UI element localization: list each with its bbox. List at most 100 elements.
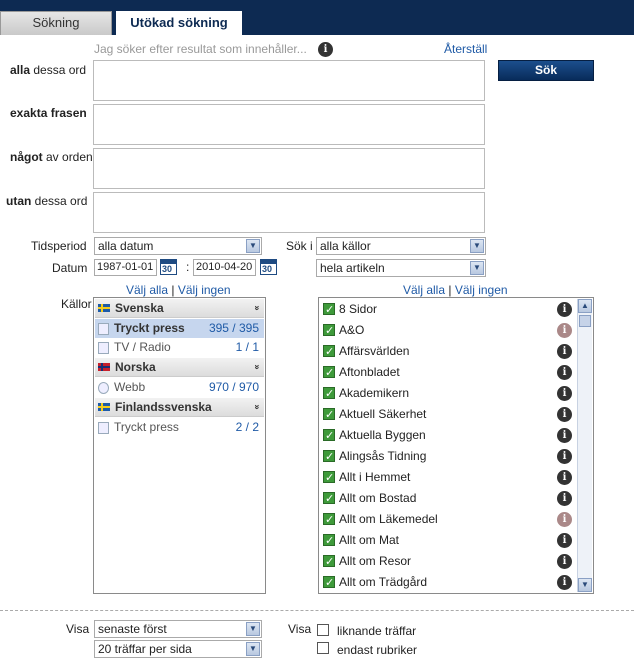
publication-checkbox[interactable] xyxy=(323,426,335,447)
tab-basic-search[interactable]: Sökning xyxy=(0,11,112,35)
headlines-only-checkbox[interactable] xyxy=(317,642,329,654)
date-from-input[interactable]: 1987-01-01 xyxy=(94,259,157,276)
select-no-sources-link[interactable]: Välj ingen xyxy=(178,283,231,297)
swedish-flag-icon xyxy=(98,304,110,312)
scrollbar-thumb[interactable] xyxy=(579,315,591,327)
publication-checkbox[interactable] xyxy=(323,342,335,363)
scroll-up-icon[interactable]: ▲ xyxy=(578,299,592,313)
dropdown-arrow-icon: ▼ xyxy=(470,239,484,253)
publication-checkbox[interactable] xyxy=(323,300,335,321)
publication-item[interactable]: Allt om Läkemedel i xyxy=(320,509,576,531)
select-all-sources-link[interactable]: Välj alla xyxy=(126,283,168,297)
date-to-input[interactable]: 2010-04-20 xyxy=(193,259,256,276)
info-icon[interactable]: i xyxy=(557,407,572,422)
calendar-icon[interactable]: 30 xyxy=(160,259,177,275)
publication-checkbox[interactable] xyxy=(323,489,335,510)
without-words-label: utan dessa ord xyxy=(6,194,88,208)
group-norska[interactable]: Norska » xyxy=(95,358,264,377)
publication-item[interactable]: Allt om Bostad i xyxy=(320,488,576,510)
source-count: 2 / 2 xyxy=(235,420,259,434)
source-row-tv-radio[interactable]: TV / Radio 1 / 1 xyxy=(95,338,264,357)
publication-item[interactable]: Allt i Hemmet i xyxy=(320,467,576,489)
divider xyxy=(0,610,634,611)
source-row-tryckt-press[interactable]: Tryckt press 395 / 395 xyxy=(95,319,264,338)
publication-name: Akademikern xyxy=(339,386,410,400)
source-row-webb[interactable]: Webb 970 / 970 xyxy=(95,378,264,397)
publication-checkbox[interactable] xyxy=(323,468,335,489)
chevron-down-icon[interactable]: » xyxy=(248,305,266,310)
publication-name: Allt om Resor xyxy=(339,554,412,568)
info-icon[interactable]: i xyxy=(557,491,572,506)
group-name: Svenska xyxy=(115,301,164,315)
publication-checkbox[interactable] xyxy=(323,531,335,552)
publication-item[interactable]: Alingsås Tidning i xyxy=(320,446,576,468)
source-count: 1 / 1 xyxy=(235,340,259,354)
publication-item[interactable]: 8 Sidor i xyxy=(320,299,576,321)
sort-value: senaste först xyxy=(98,622,167,636)
without-words-input[interactable] xyxy=(93,192,485,233)
chevron-down-icon[interactable]: » xyxy=(248,404,266,409)
info-icon[interactable]: i xyxy=(557,554,572,569)
publication-checkbox[interactable] xyxy=(323,321,335,342)
publication-item[interactable]: Aktuella Byggen i xyxy=(320,425,576,447)
info-icon[interactable]: i xyxy=(557,470,572,485)
info-icon[interactable]: i xyxy=(557,449,572,464)
publication-item[interactable]: Allt om Trädgård i xyxy=(320,572,576,594)
publication-checkbox[interactable] xyxy=(323,363,335,384)
all-words-label: alla dessa ord xyxy=(10,63,87,77)
info-icon[interactable]: i xyxy=(557,512,572,527)
date-separator: : xyxy=(186,260,190,274)
publication-checkbox[interactable] xyxy=(323,405,335,426)
source-row-tryckt-press-fi[interactable]: Tryckt press 2 / 2 xyxy=(95,418,264,437)
scrollbar[interactable]: ▲ ▼ xyxy=(577,299,592,592)
publication-item[interactable]: Aktuell Säkerhet i xyxy=(320,404,576,426)
source-name: Tryckt press xyxy=(114,420,179,434)
publication-checkbox[interactable] xyxy=(323,552,335,573)
group-finlandssvenska[interactable]: Finlandssvenska » xyxy=(95,398,264,417)
select-no-publications-link[interactable]: Välj ingen xyxy=(455,283,508,297)
info-icon[interactable]: i xyxy=(318,42,333,57)
info-icon[interactable]: i xyxy=(557,365,572,380)
publication-checkbox[interactable] xyxy=(323,384,335,405)
publication-item[interactable]: A&O i xyxy=(320,320,576,342)
finland-swedish-flag-icon xyxy=(98,403,110,411)
info-icon[interactable]: i xyxy=(557,575,572,590)
any-words-input[interactable] xyxy=(93,148,485,189)
scope-select[interactable]: hela artikeln ▼ xyxy=(316,259,486,277)
reset-link[interactable]: Återställ xyxy=(444,42,487,56)
info-icon[interactable]: i xyxy=(557,344,572,359)
search-button[interactable]: Sök xyxy=(498,60,594,81)
period-label: Tidsperiod xyxy=(31,239,87,253)
sort-select[interactable]: senaste först ▼ xyxy=(94,620,262,638)
publication-item[interactable]: Allt om Resor i xyxy=(320,551,576,573)
dropdown-arrow-icon: ▼ xyxy=(246,622,260,636)
period-select[interactable]: alla datum ▼ xyxy=(94,237,262,255)
select-all-publications-link[interactable]: Välj alla xyxy=(403,283,445,297)
all-words-input[interactable] xyxy=(93,60,485,101)
similar-hits-checkbox[interactable] xyxy=(317,624,329,636)
scroll-down-icon[interactable]: ▼ xyxy=(578,578,592,592)
exact-phrase-input[interactable] xyxy=(93,104,485,145)
info-icon[interactable]: i xyxy=(557,533,572,548)
info-icon[interactable]: i xyxy=(557,428,572,443)
publication-item[interactable]: Affärsvärlden i xyxy=(320,341,576,363)
per-page-select[interactable]: 20 träffar per sida ▼ xyxy=(94,640,262,658)
date-label: Datum xyxy=(52,261,88,275)
info-icon[interactable]: i xyxy=(557,302,572,317)
calendar-icon[interactable]: 30 xyxy=(260,259,277,275)
period-value: alla datum xyxy=(98,239,154,253)
source-name: Tryckt press xyxy=(114,321,185,335)
info-icon[interactable]: i xyxy=(557,386,572,401)
publication-checkbox[interactable] xyxy=(323,510,335,531)
tab-advanced-search[interactable]: Utökad sökning xyxy=(116,11,242,35)
publication-item[interactable]: Akademikern i xyxy=(320,383,576,405)
publication-checkbox[interactable] xyxy=(323,447,335,468)
chevron-down-icon[interactable]: » xyxy=(248,364,266,369)
publication-item[interactable]: Aftonbladet i xyxy=(320,362,576,384)
info-icon[interactable]: i xyxy=(557,323,572,338)
group-svenska[interactable]: Svenska » xyxy=(95,299,264,318)
publication-item[interactable]: Allt om Mat i xyxy=(320,530,576,552)
publication-checkbox[interactable] xyxy=(323,573,335,594)
sources-select[interactable]: alla källor ▼ xyxy=(316,237,486,255)
group-name: Finlandssvenska xyxy=(115,400,212,414)
